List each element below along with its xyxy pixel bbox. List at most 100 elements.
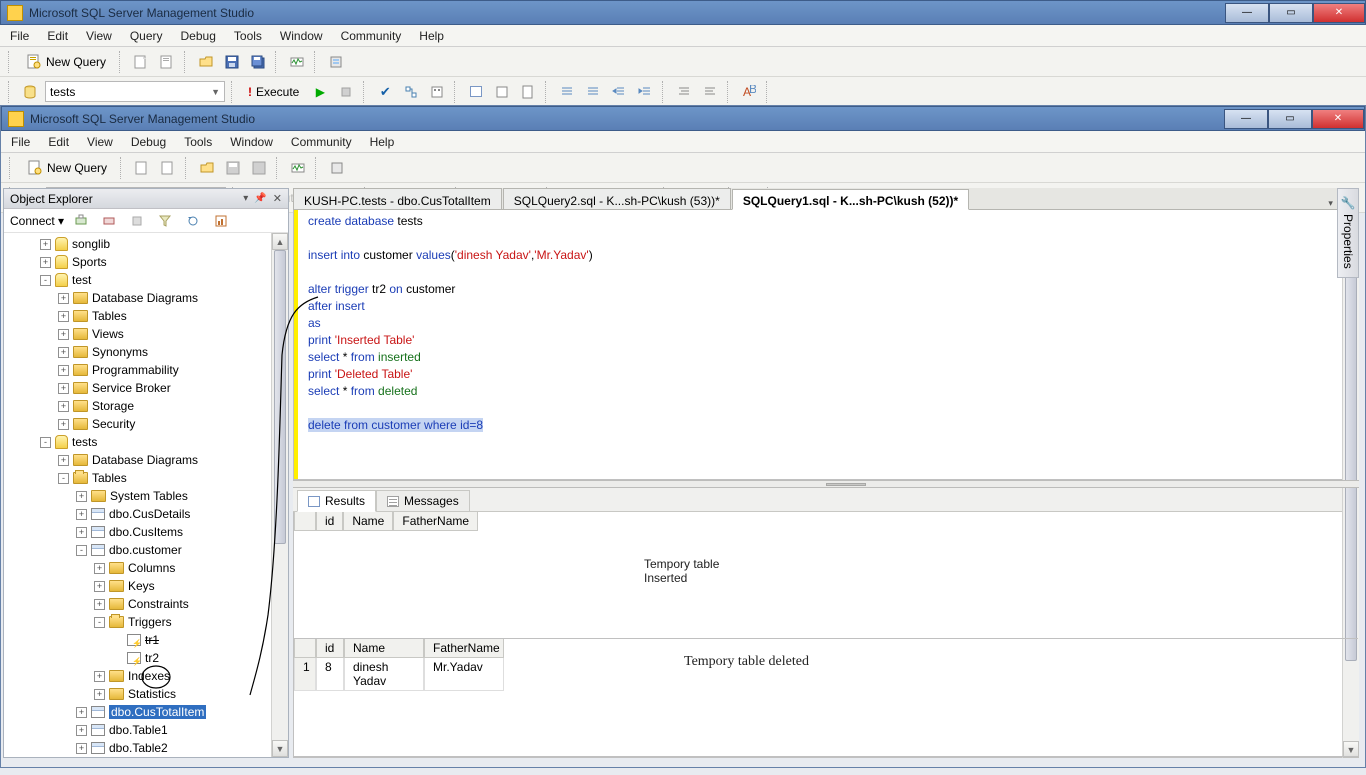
close-button[interactable]: ✕ <box>1313 3 1365 23</box>
toolbtn-1[interactable] <box>130 51 152 73</box>
minimize-button[interactable]: — <box>1225 3 1269 23</box>
expand-toggle[interactable]: + <box>58 329 69 340</box>
tree-node[interactable]: +Programmability <box>4 361 288 379</box>
menu-community[interactable]: Community <box>291 135 352 149</box>
expand-toggle[interactable]: + <box>58 293 69 304</box>
tab-messages[interactable]: Messages <box>376 490 470 512</box>
tree-node[interactable]: -Triggers <box>4 613 288 631</box>
tree-node[interactable]: +Security <box>4 415 288 433</box>
outdent-more-icon[interactable] <box>699 81 721 103</box>
expand-toggle[interactable]: + <box>58 401 69 412</box>
save-all-icon[interactable] <box>248 157 270 179</box>
menu-edit[interactable]: Edit <box>48 135 69 149</box>
menu-debug[interactable]: Debug <box>131 135 166 149</box>
toolbtn[interactable] <box>131 157 153 179</box>
menu-file[interactable]: File <box>11 135 30 149</box>
open-icon[interactable] <box>196 157 218 179</box>
expand-toggle[interactable]: + <box>94 689 105 700</box>
stop-icon[interactable] <box>126 210 148 232</box>
expand-toggle[interactable]: + <box>76 743 87 754</box>
toolbtn[interactable] <box>157 157 179 179</box>
expand-toggle[interactable]: + <box>94 599 105 610</box>
results-file-icon[interactable] <box>517 81 539 103</box>
expand-toggle[interactable]: - <box>76 545 87 556</box>
tree-node[interactable]: +Sports <box>4 253 288 271</box>
db-icon-btn[interactable] <box>19 81 41 103</box>
menu-view[interactable]: View <box>87 135 113 149</box>
tree-scrollbar[interactable]: ▲ ▼ <box>271 233 288 757</box>
tab-custotalitem[interactable]: KUSH-PC.tests - dbo.CusTotalItem <box>293 188 502 209</box>
connect-button[interactable]: Connect ▾ <box>10 214 64 228</box>
menu-tools[interactable]: Tools <box>234 29 262 43</box>
expand-toggle[interactable]: + <box>76 725 87 736</box>
tree-node[interactable]: +dbo.Table1 <box>4 721 288 739</box>
tree-node[interactable]: +Indexes <box>4 667 288 685</box>
connect-icon[interactable] <box>70 210 92 232</box>
col-fathername[interactable]: FatherName <box>393 512 478 531</box>
expand-toggle[interactable]: - <box>40 437 51 448</box>
results-grid-1[interactable]: id Name FatherName <box>294 512 1358 531</box>
menu-community[interactable]: Community <box>341 29 402 43</box>
play-icon[interactable]: ▶ <box>309 81 331 103</box>
tree-node[interactable]: +dbo.Table2 <box>4 739 288 757</box>
refresh-icon[interactable] <box>182 210 204 232</box>
tree-node[interactable]: +Database Diagrams <box>4 451 288 469</box>
tree-node[interactable]: -test <box>4 271 288 289</box>
results-text-icon[interactable] <box>491 81 513 103</box>
results-grid-2-row[interactable]: 1 8 dinesh Yadav Mr.Yadav <box>294 658 1358 691</box>
save-icon[interactable] <box>222 157 244 179</box>
expand-toggle[interactable]: - <box>58 473 69 484</box>
col-name[interactable]: Name <box>344 639 424 658</box>
expand-toggle[interactable]: + <box>40 239 51 250</box>
menu-edit[interactable]: Edit <box>47 29 68 43</box>
expand-toggle[interactable]: + <box>40 257 51 268</box>
expand-toggle[interactable]: - <box>40 275 51 286</box>
results-grid-2-header[interactable]: id Name FatherName <box>294 639 1358 658</box>
tree-node[interactable]: +System Tables <box>4 487 288 505</box>
cell-name[interactable]: dinesh Yadav <box>344 658 424 691</box>
menu-window[interactable]: Window <box>230 135 273 149</box>
filter-icon[interactable] <box>154 210 176 232</box>
menu-file[interactable]: File <box>10 29 29 43</box>
tree-node[interactable]: +Constraints <box>4 595 288 613</box>
outdent-icon[interactable] <box>634 81 656 103</box>
expand-toggle[interactable]: + <box>76 509 87 520</box>
save-icon[interactable] <box>221 51 243 73</box>
expand-toggle[interactable]: + <box>58 347 69 358</box>
expand-toggle[interactable]: - <box>94 617 105 628</box>
menu-debug[interactable]: Debug <box>181 29 216 43</box>
open-icon[interactable] <box>195 51 217 73</box>
expand-toggle[interactable]: + <box>94 581 105 592</box>
cell-fathername[interactable]: Mr.Yadav <box>424 658 504 691</box>
registered-servers-icon[interactable] <box>325 51 347 73</box>
save-all-icon[interactable] <box>247 51 269 73</box>
registered-servers-icon[interactable] <box>326 157 348 179</box>
tree-node[interactable]: +Views <box>4 325 288 343</box>
dropdown-icon[interactable]: ▾ <box>243 193 248 204</box>
menu-help[interactable]: Help <box>370 135 395 149</box>
sql-editor[interactable]: create database tests insert into custom… <box>293 210 1359 480</box>
col-id[interactable]: id <box>316 639 344 658</box>
menu-view[interactable]: View <box>86 29 112 43</box>
parse-icon[interactable]: ✔ <box>374 81 396 103</box>
tree-node[interactable]: +Columns <box>4 559 288 577</box>
database-combo[interactable]: tests ▼ <box>45 81 225 102</box>
cell-id[interactable]: 8 <box>316 658 344 691</box>
toolbtn-2[interactable] <box>156 51 178 73</box>
expand-toggle[interactable]: + <box>58 419 69 430</box>
menu-query[interactable]: Query <box>130 29 163 43</box>
expand-toggle[interactable]: + <box>58 311 69 322</box>
col-id[interactable]: id <box>316 512 343 531</box>
tree-node[interactable]: +Synonyms <box>4 343 288 361</box>
menu-window[interactable]: Window <box>280 29 323 43</box>
expand-toggle[interactable]: + <box>94 671 105 682</box>
object-explorer-tree[interactable]: +songlib+Sports-test+Database Diagrams+T… <box>4 233 288 757</box>
tree-node[interactable]: -tests <box>4 433 288 451</box>
tree-node[interactable]: +dbo.CusItems <box>4 523 288 541</box>
col-fathername[interactable]: FatherName <box>424 639 504 658</box>
new-query-button[interactable]: New Query <box>19 51 113 73</box>
menu-tools[interactable]: Tools <box>184 135 212 149</box>
reports-icon[interactable] <box>210 210 232 232</box>
expand-toggle[interactable]: + <box>76 527 87 538</box>
tree-node[interactable]: +Statistics <box>4 685 288 703</box>
